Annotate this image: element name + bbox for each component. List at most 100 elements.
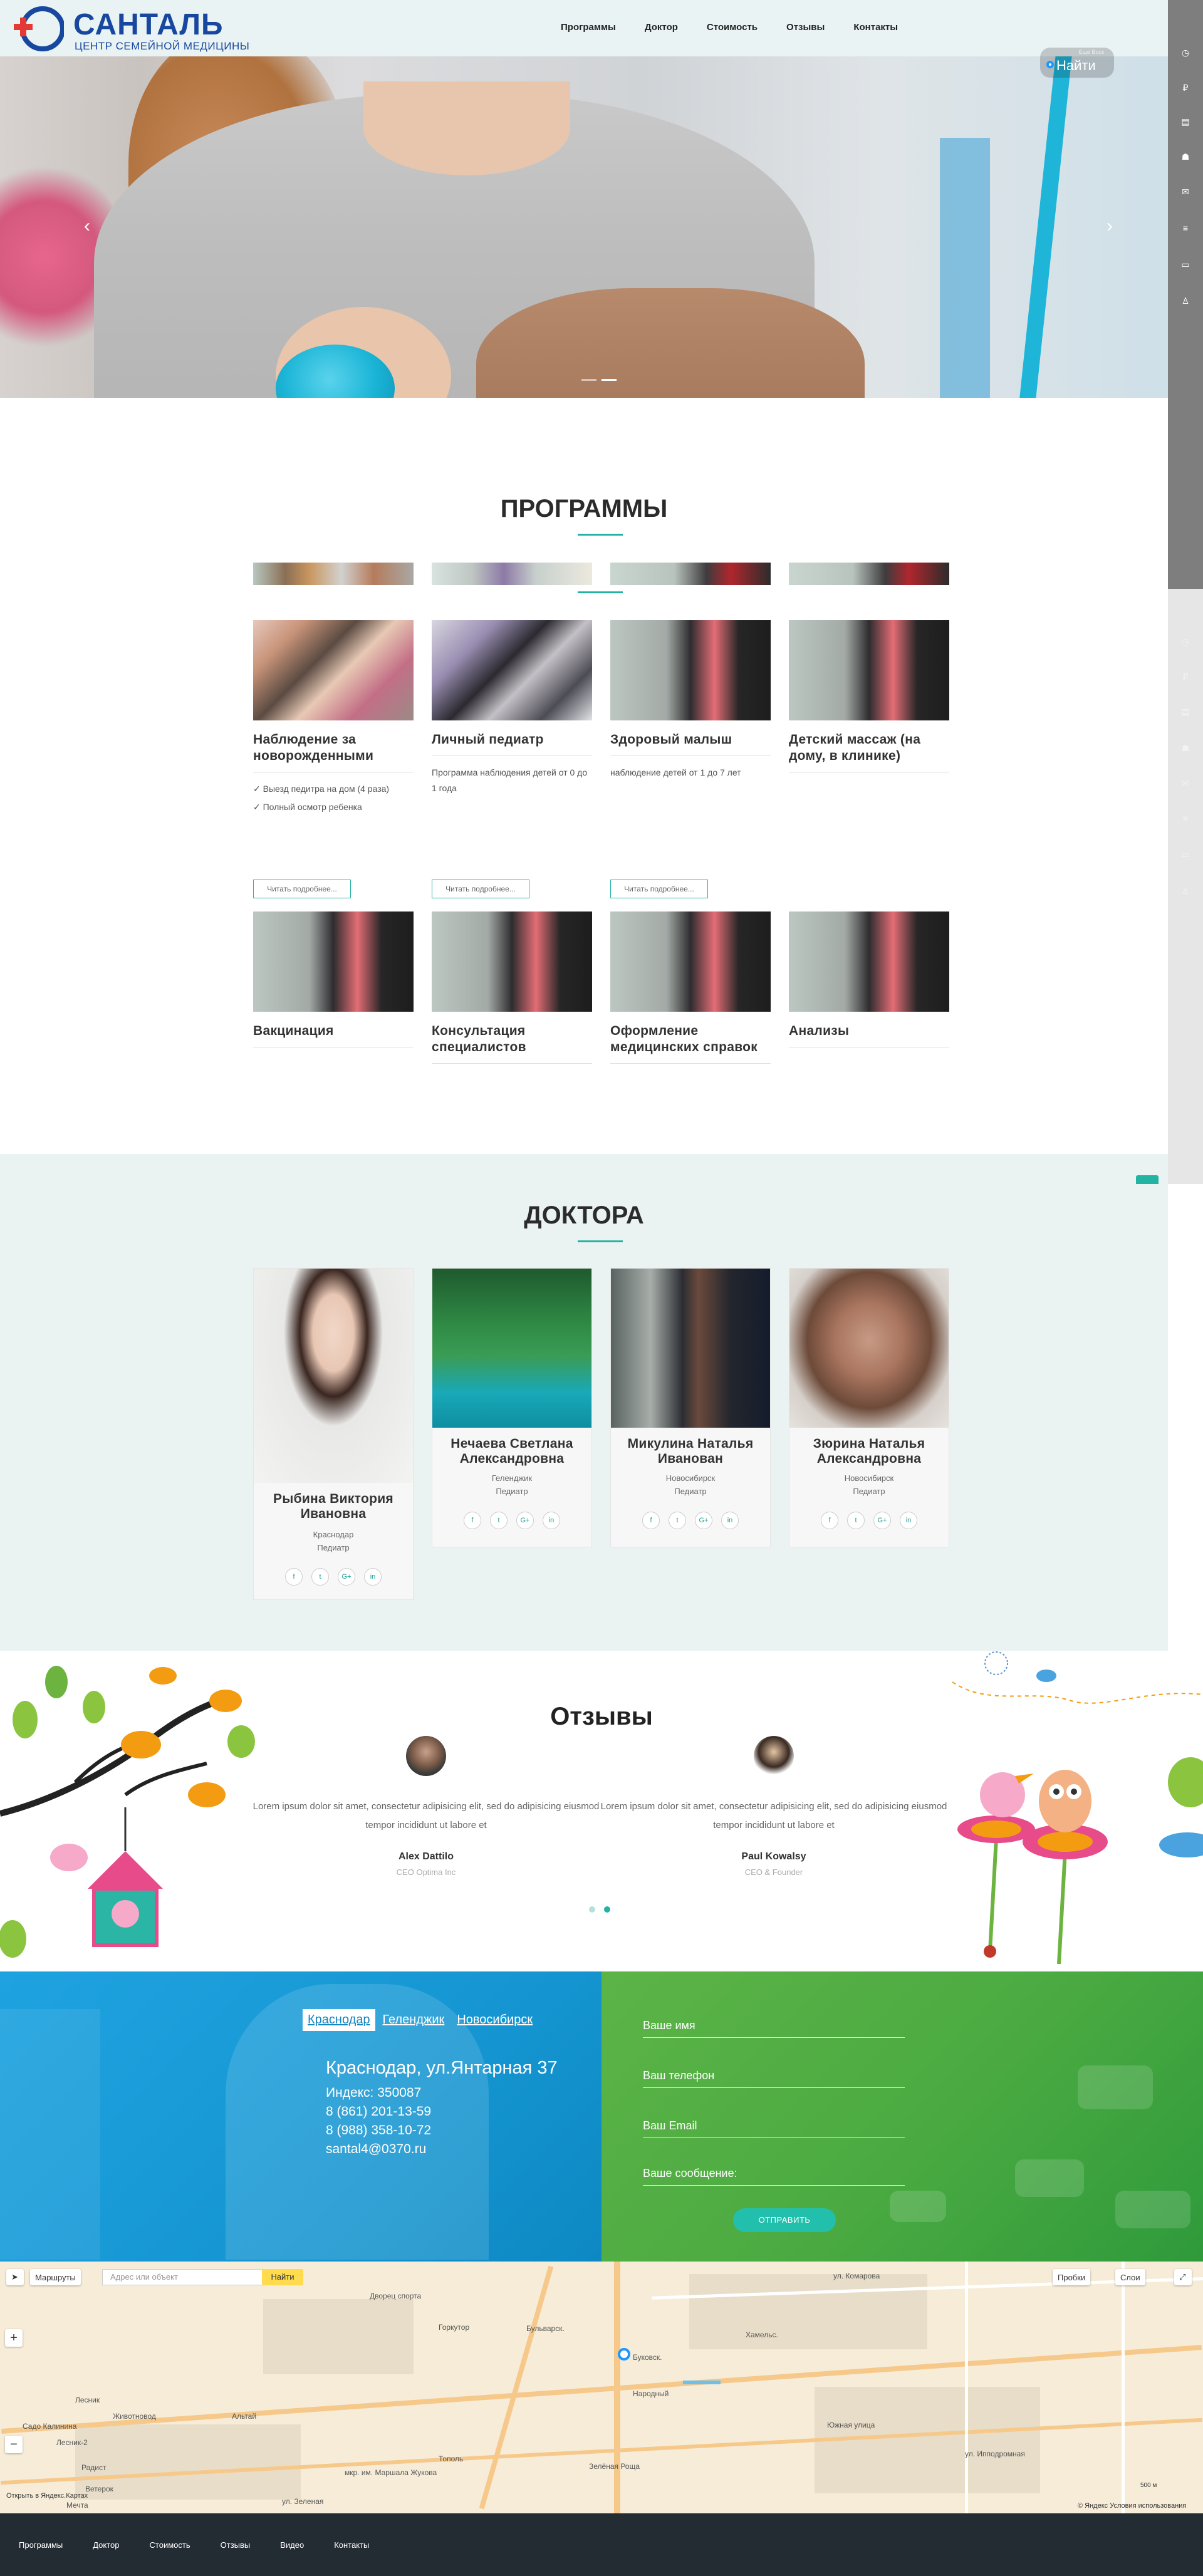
google-plus-icon[interactable]: G+ (516, 1512, 534, 1529)
read-more-button[interactable]: Читать подробнее... (610, 880, 708, 898)
ruble-icon[interactable]: ₽ (1177, 668, 1194, 685)
twitter-icon[interactable]: t (490, 1512, 508, 1529)
program-card[interactable]: Детский массаж (на дому, в клинике) (789, 620, 949, 772)
program-card[interactable]: Оформление медицинских справок (610, 911, 771, 1064)
traffic-button[interactable]: Пробки (1053, 2269, 1091, 2285)
id-card-icon[interactable]: ▤ (1177, 113, 1194, 130)
scroll-top-tab[interactable] (1136, 1175, 1159, 1184)
footer-nav-reviews[interactable]: Отзывы (221, 2540, 251, 2550)
program-image[interactable] (432, 620, 592, 720)
book-icon[interactable]: ▭ (1177, 256, 1194, 273)
program-image[interactable] (253, 620, 414, 720)
facebook-icon[interactable]: f (285, 1568, 303, 1586)
google-plus-icon[interactable]: G+ (873, 1512, 891, 1529)
doctor-photo[interactable] (611, 1269, 770, 1428)
phone-1[interactable]: 8 (861) 201-13-59 (326, 2104, 431, 2119)
tab-novosibirsk[interactable]: Новосибирск (452, 2009, 538, 2031)
user-icon[interactable]: ♙ (1177, 882, 1194, 900)
layers-button[interactable]: Слои (1115, 2269, 1145, 2285)
footer-nav-contacts[interactable]: Контакты (334, 2540, 369, 2550)
program-title[interactable]: Наблюдение за новорожденными (253, 732, 414, 764)
books-icon[interactable]: ≡ (1177, 809, 1194, 827)
read-more-button[interactable]: Читать подробнее... (432, 880, 529, 898)
yandex-map[interactable]: Дворец спорта Горкутор Бульварск. ул. Ко… (0, 2262, 1203, 2513)
twitter-icon[interactable]: t (847, 1512, 865, 1529)
program-card[interactable]: Вакцинация (253, 911, 414, 1047)
program-title[interactable]: Детский массаж (на дому, в клинике) (789, 732, 949, 764)
nav-programs[interactable]: Программы (561, 22, 616, 33)
program-image[interactable] (432, 911, 592, 1012)
geolocation-icon[interactable]: ➤ (6, 2269, 24, 2285)
program-title[interactable]: Личный педиатр (432, 732, 592, 748)
books-icon[interactable]: ≡ (1177, 219, 1194, 237)
program-card[interactable]: Консультация специалистов (432, 911, 592, 1064)
clock-icon[interactable]: ◷ (1177, 44, 1194, 61)
program-image[interactable] (610, 911, 771, 1012)
doctor-icon[interactable]: ☗ (1177, 148, 1194, 165)
fullscreen-icon[interactable]: ⤢ (1174, 2269, 1192, 2285)
page-dot-active[interactable] (604, 1906, 610, 1913)
chat-icon[interactable]: ✉ (1177, 183, 1194, 200)
facebook-icon[interactable]: f (821, 1512, 838, 1529)
routes-button[interactable]: Маршруты (30, 2269, 81, 2285)
twitter-icon[interactable]: t (669, 1512, 686, 1529)
tab-krasnodar[interactable]: Краснодар (303, 2009, 375, 2031)
program-title[interactable]: Вакцинация (253, 1023, 414, 1039)
program-title[interactable]: Консультация специалистов (432, 1023, 592, 1056)
phone-2[interactable]: 8 (988) 358-10-72 (326, 2123, 431, 2138)
id-card-icon[interactable]: ▤ (1177, 703, 1194, 720)
program-image[interactable] (789, 911, 949, 1012)
submit-button[interactable]: ОТПРАВИТЬ (733, 2208, 836, 2232)
map-search-input[interactable]: Адрес или объект (102, 2269, 264, 2285)
ruble-icon[interactable]: ₽ (1177, 79, 1194, 96)
twitter-icon[interactable]: t (311, 1568, 329, 1586)
open-in-yandex-link[interactable]: Открыть в Яндекс.Картах (6, 2492, 88, 2500)
footer-nav-doctor[interactable]: Доктор (93, 2540, 119, 2550)
message-field[interactable]: Ваше сообщение: (643, 2167, 905, 2186)
program-title[interactable]: Анализы (789, 1023, 949, 1039)
page-dot[interactable] (589, 1906, 595, 1913)
facebook-icon[interactable]: f (642, 1512, 660, 1529)
slide-dot[interactable] (581, 379, 596, 381)
chat-icon[interactable]: ✉ (1177, 774, 1194, 792)
google-plus-icon[interactable]: G+ (695, 1512, 712, 1529)
doctor-card[interactable]: Зюрина Наталья Александровна Новосибирск… (789, 1268, 949, 1547)
doctor-photo[interactable] (254, 1269, 413, 1483)
program-title[interactable]: Здоровый малыш (610, 732, 771, 748)
logo[interactable]: САНТАЛЬ ЦЕНТР СЕМЕЙНОЙ МЕДИЦИНЫ (14, 5, 252, 52)
doctor-card[interactable]: Микулина Наталья Иванован Новосибирск Пе… (610, 1268, 771, 1547)
program-card[interactable]: Анализы (789, 911, 949, 1047)
book-icon[interactable]: ▭ (1177, 846, 1194, 863)
doctor-photo[interactable] (789, 1269, 949, 1428)
footer-nav-price[interactable]: Стоимость (150, 2540, 190, 2550)
slide-dot-active[interactable] (602, 379, 617, 381)
user-icon[interactable]: ♙ (1177, 292, 1194, 309)
map-find-button[interactable]: Найти (262, 2269, 303, 2285)
linkedin-icon[interactable]: in (543, 1512, 560, 1529)
map-location-pin[interactable] (618, 2348, 630, 2360)
linkedin-icon[interactable]: in (900, 1512, 917, 1529)
map-copyright[interactable]: © Яндекс Условия использования (1078, 2502, 1186, 2510)
program-card[interactable]: Здоровый малыш наблюдение детей от 1 до … (610, 620, 771, 781)
zoom-out-icon[interactable]: − (5, 2436, 23, 2453)
doctor-card[interactable]: Нечаева Светлана Александровна Геленджик… (432, 1268, 592, 1547)
google-plus-icon[interactable]: G+ (338, 1568, 355, 1586)
prev-slide-icon[interactable]: ‹ (84, 216, 90, 237)
program-image[interactable] (610, 620, 771, 720)
doctor-icon[interactable]: ☗ (1177, 739, 1194, 757)
nav-price[interactable]: Стоимость (707, 22, 758, 33)
linkedin-icon[interactable]: in (364, 1568, 382, 1586)
read-more-button[interactable]: Читать подробнее... (253, 880, 351, 898)
nav-doctor[interactable]: Доктор (645, 22, 678, 33)
program-image[interactable] (253, 911, 414, 1012)
next-slide-icon[interactable]: › (1107, 216, 1113, 237)
doctor-card[interactable]: Рыбина Виктория Ивановна Краснодар Педиа… (253, 1268, 414, 1600)
doctor-photo[interactable] (432, 1269, 591, 1428)
email-link[interactable]: santal4@0370.ru (326, 2142, 426, 2157)
clock-icon[interactable]: ◷ (1177, 633, 1194, 650)
search-button[interactable]: Ещё Воск Найти (1040, 48, 1114, 78)
footer-nav-video[interactable]: Видео (280, 2540, 304, 2550)
name-field[interactable]: Ваше имя (643, 2019, 905, 2038)
zoom-in-icon[interactable]: + (5, 2329, 23, 2347)
phone-field[interactable]: Ваш телефон (643, 2069, 905, 2088)
